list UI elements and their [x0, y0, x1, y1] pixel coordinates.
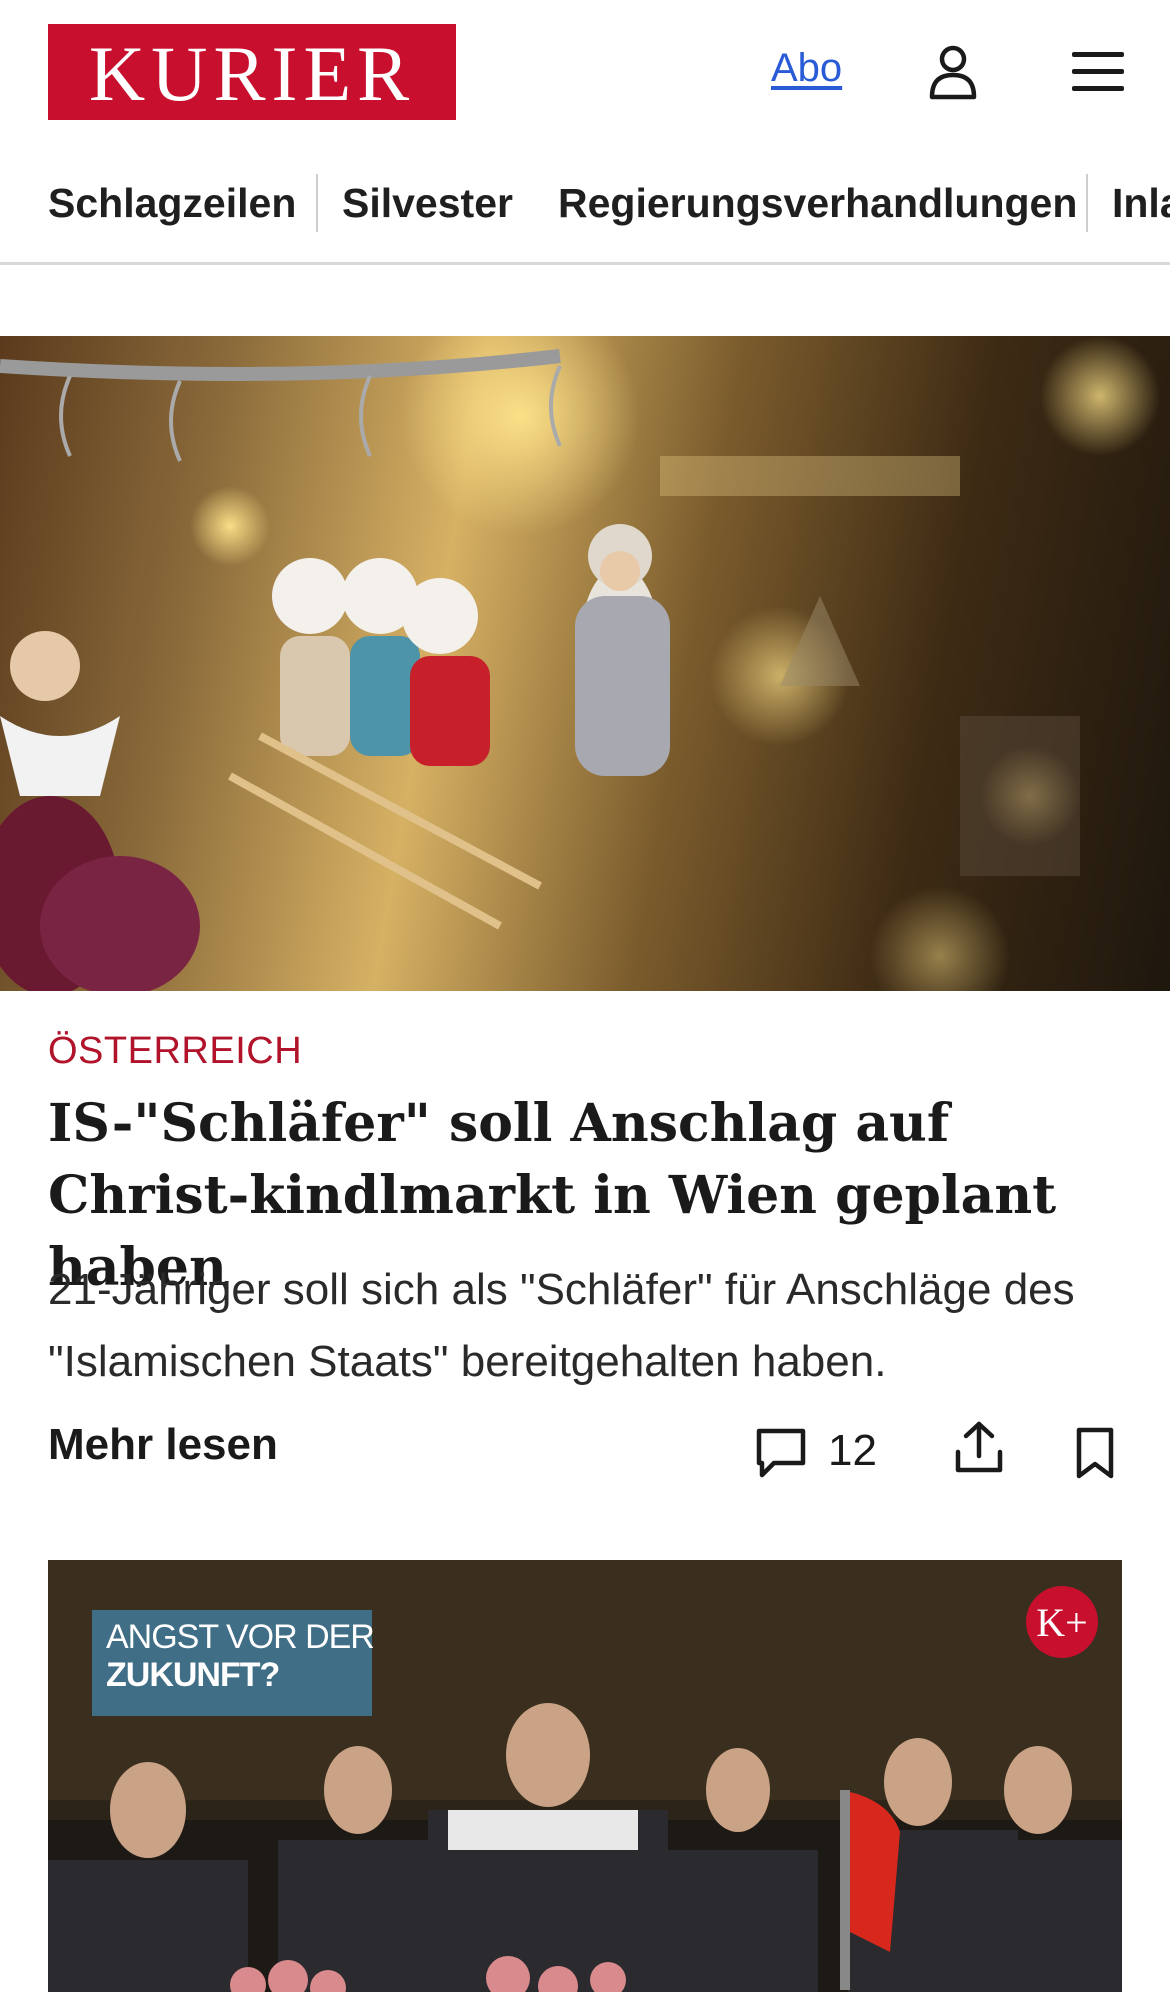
- nav-item-schlagzeilen[interactable]: Schlagzeilen: [48, 168, 296, 238]
- article-hero-image[interactable]: [0, 336, 1170, 991]
- nav-separator: [1086, 174, 1088, 232]
- user-icon[interactable]: [928, 44, 978, 100]
- nav-separator: [316, 174, 318, 232]
- read-more-link[interactable]: Mehr lesen: [48, 1420, 278, 1470]
- comment-count[interactable]: 12: [828, 1426, 877, 1476]
- nav-item-silvester[interactable]: Silvester: [342, 168, 513, 238]
- badge-line-2: ZUKUNFT?: [106, 1656, 280, 1694]
- article-category[interactable]: ÖSTERREICH: [48, 1030, 302, 1073]
- abo-link[interactable]: Abo: [771, 46, 842, 91]
- premium-badge: K+: [1026, 1586, 1098, 1658]
- badge-line-1: ANGST VOR DER: [106, 1618, 375, 1656]
- article-teaser: 21-Jähriger soll sich als "Schläfer" für…: [48, 1265, 1075, 1386]
- christmas-ornaments-photo: [0, 336, 1160, 991]
- section-nav: Schlagzeilen Silvester Regierungsverhand…: [0, 168, 1170, 265]
- comment-icon[interactable]: [754, 1426, 808, 1480]
- logo-text: KURIER: [88, 30, 416, 117]
- share-icon[interactable]: [954, 1420, 1004, 1476]
- article-image-2[interactable]: ANGST VOR DER ZUKUNFT? K+: [48, 1560, 1122, 1992]
- bookmark-icon[interactable]: [1074, 1426, 1116, 1480]
- site-header: KURIER Abo: [0, 0, 1170, 150]
- nav-item-inland[interactable]: Inla: [1112, 168, 1170, 238]
- menu-icon[interactable]: [1072, 50, 1124, 94]
- nav-item-regierungsverhandlungen[interactable]: Regierungsverhandlungen: [558, 168, 1077, 238]
- kurier-logo[interactable]: KURIER: [48, 24, 456, 120]
